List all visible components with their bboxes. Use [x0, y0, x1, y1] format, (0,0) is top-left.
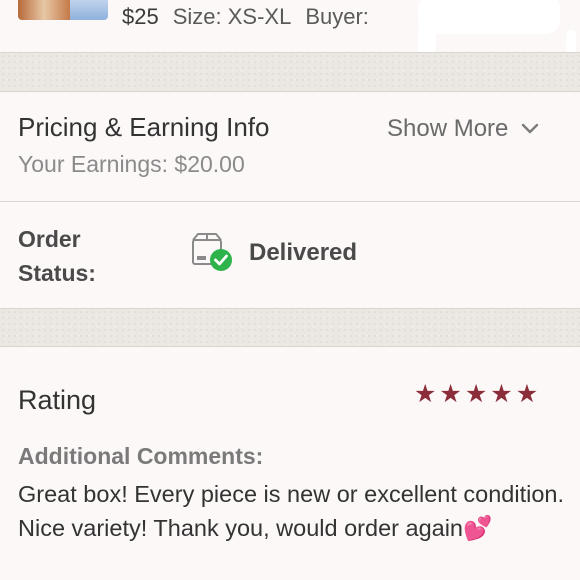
star-icon: ★: [515, 380, 539, 408]
order-status-label-line2: Status:: [18, 260, 96, 286]
section-spacer: [0, 53, 580, 91]
divider: [0, 346, 580, 347]
rating-title: Rating: [18, 385, 97, 415]
star-icon: ★: [490, 380, 513, 408]
additional-comments-label: Additional Comments:: [18, 443, 264, 469]
buyer-label: Buyer:: [305, 4, 369, 29]
listing-header: $25 Size: XS-XL Buyer:: [0, 0, 580, 74]
order-status-label-line1: Order: [18, 226, 81, 252]
two-hearts-emoji: 💕: [463, 514, 493, 542]
star-icon: ★: [414, 380, 437, 408]
order-status-label: Order Status:: [18, 222, 96, 290]
chevron-down-icon: [522, 123, 539, 134]
listing-thumbnail[interactable]: [18, 0, 108, 20]
buyer-name-redaction: [418, 0, 560, 34]
your-earnings: Your Earnings: $20.00: [18, 151, 245, 177]
show-more-label: Show More: [387, 115, 509, 142]
pricing-title: Pricing & Earning Info: [18, 112, 270, 142]
listing-size: Size: XS-XL: [172, 4, 292, 29]
listing-summary: $25 Size: XS-XL Buyer:: [122, 4, 369, 30]
divider: [0, 201, 580, 202]
order-status-value: Delivered: [249, 239, 358, 266]
star-rating: ★ ★ ★ ★ ★: [414, 382, 538, 407]
listing-price: $25: [122, 4, 159, 29]
divider: [0, 91, 580, 92]
delivered-box-icon: [192, 233, 232, 271]
additional-comments-text: Great box! Every piece is new or excelle…: [18, 477, 568, 545]
star-icon: ★: [464, 380, 488, 408]
show-more-button[interactable]: Show More: [387, 115, 540, 143]
star-icon: ★: [439, 380, 462, 408]
section-spacer: [0, 309, 580, 346]
